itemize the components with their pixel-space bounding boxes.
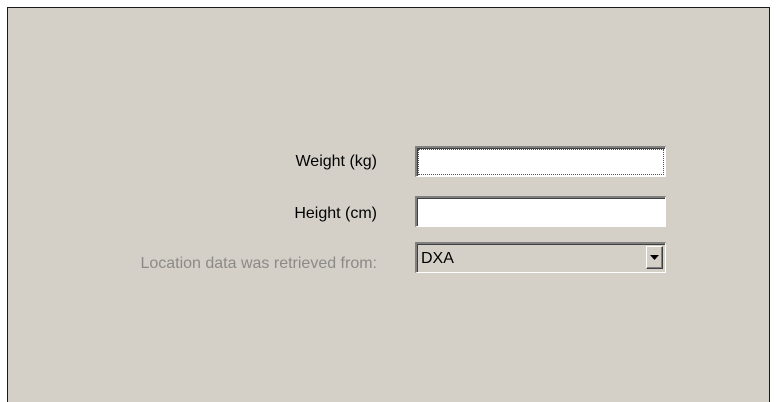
chevron-down-icon — [650, 255, 659, 260]
weight-input[interactable] — [415, 146, 666, 177]
weight-label: Weight (kg) — [295, 153, 377, 170]
location-selected-value: DXA — [421, 250, 454, 267]
height-input[interactable] — [415, 196, 666, 227]
location-label: Location data was retrieved from: — [140, 255, 377, 272]
height-label: Height (cm) — [294, 205, 377, 222]
form-panel: Weight (kg) Height (cm) Location data wa… — [7, 7, 770, 402]
location-select[interactable]: DXA — [415, 242, 666, 273]
dropdown-button[interactable] — [646, 246, 663, 269]
